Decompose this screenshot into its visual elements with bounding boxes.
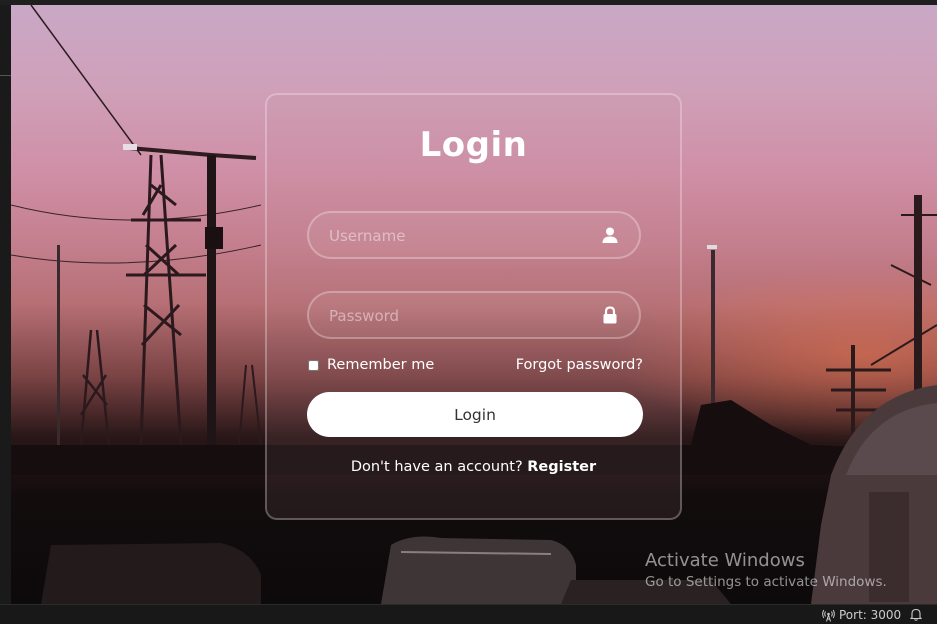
password-input[interactable] bbox=[327, 293, 591, 339]
port-label: Port: 3000 bbox=[839, 608, 902, 622]
lock-icon bbox=[603, 306, 617, 324]
login-card: Login Remember me Forgot password? Login… bbox=[265, 93, 682, 520]
register-line: Don't have an account? Register bbox=[267, 459, 680, 475]
forgot-password-link[interactable]: Forgot password? bbox=[516, 357, 643, 373]
broadcast-icon bbox=[822, 609, 835, 622]
remember-checkbox[interactable] bbox=[308, 360, 319, 371]
login-button[interactable]: Login bbox=[307, 392, 643, 437]
username-field bbox=[307, 211, 641, 259]
register-prompt: Don't have an account? bbox=[350, 459, 523, 475]
activate-windows-watermark: Activate Windows Go to Settings to activ… bbox=[645, 550, 887, 590]
password-field bbox=[307, 291, 641, 339]
bell-icon[interactable] bbox=[910, 608, 922, 621]
remember-label[interactable]: Remember me bbox=[327, 357, 434, 373]
activate-title: Activate Windows bbox=[645, 550, 805, 571]
register-link[interactable]: Register bbox=[527, 459, 596, 475]
strip-divider bbox=[0, 75, 11, 76]
user-icon bbox=[602, 227, 618, 243]
options-row: Remember me Forgot password? bbox=[307, 357, 643, 377]
browser-viewport: Login Remember me Forgot password? Login… bbox=[11, 5, 937, 604]
status-bar: Port: 3000 bbox=[0, 604, 937, 624]
editor-left-strip bbox=[0, 5, 11, 604]
port-status-item[interactable]: Port: 3000 bbox=[822, 608, 901, 622]
login-title: Login bbox=[419, 125, 528, 165]
username-input[interactable] bbox=[327, 213, 591, 259]
activate-subtitle: Go to Settings to activate Windows. bbox=[645, 574, 887, 590]
